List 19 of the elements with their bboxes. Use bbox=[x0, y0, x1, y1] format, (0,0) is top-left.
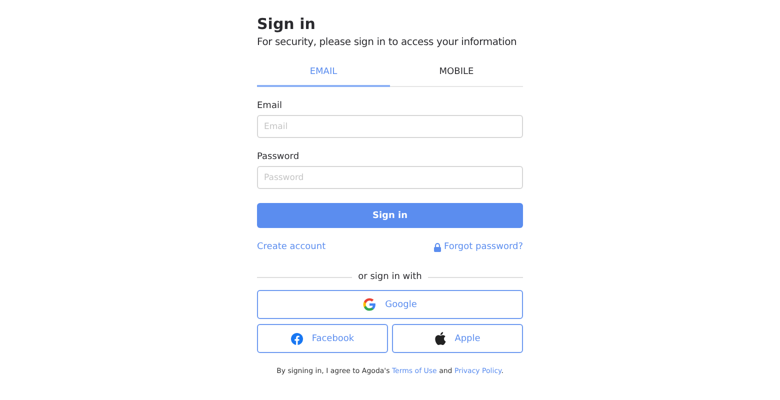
tab[interactable]: MOBILE bbox=[390, 62, 523, 87]
social-sign-in-button[interactable]: Facebook bbox=[257, 324, 388, 353]
tab[interactable]: EMAIL bbox=[257, 62, 390, 87]
input-field[interactable]: Email bbox=[257, 115, 523, 138]
lock-icon bbox=[434, 242, 441, 252]
page-title: Sign in bbox=[257, 14, 316, 34]
forgot-password-link[interactable]: Forgot password? bbox=[434, 242, 523, 252]
create-account-link[interactable]: Create account bbox=[257, 242, 326, 252]
apple-icon bbox=[434, 332, 446, 345]
field-label: Password bbox=[257, 152, 300, 162]
social-sign-in-button[interactable]: Google bbox=[257, 290, 523, 319]
subtitle-text: For security, please sign in to access your information bbox=[257, 37, 518, 48]
facebook-icon bbox=[290, 332, 303, 344]
divider-text: or sign in with bbox=[357, 272, 423, 282]
field-label: Email bbox=[257, 101, 283, 111]
sign-in-button[interactable]: Sign in bbox=[257, 203, 523, 228]
input-field[interactable]: Password bbox=[257, 166, 523, 189]
google-icon bbox=[363, 298, 376, 311]
social-sign-in-button[interactable]: Apple bbox=[392, 324, 523, 353]
